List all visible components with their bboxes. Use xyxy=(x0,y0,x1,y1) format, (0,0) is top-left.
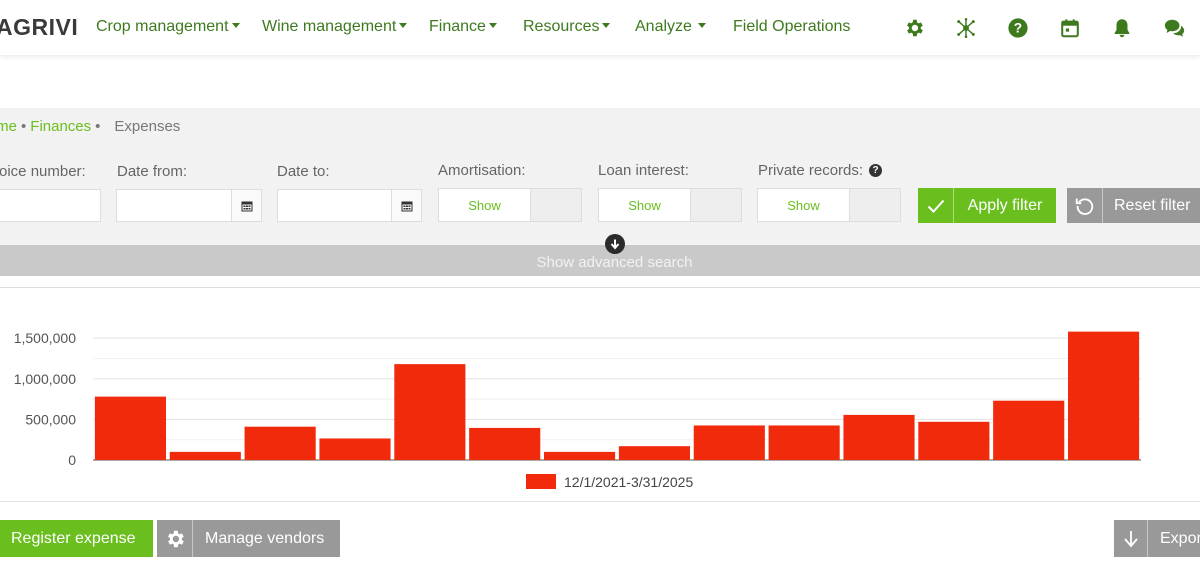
invoice-number-label: Invoice number: xyxy=(0,163,86,180)
breadcrumb-finances[interactable]: Finances xyxy=(30,118,91,135)
private-records-hide-option[interactable] xyxy=(850,189,900,221)
expenses-bar-chart: 0 500,000 1,000,000 1,500,000 12/1/2021-3/31… xyxy=(14,330,1141,490)
arrow-down-icon[interactable] xyxy=(605,234,625,254)
amortisation-label: Amortisation: xyxy=(438,162,526,179)
loan-interest-label: Loan interest: xyxy=(598,162,689,179)
bar[interactable] xyxy=(394,364,466,460)
nav-field-operations[interactable]: Field Operations xyxy=(733,18,850,36)
caret-down-icon xyxy=(399,23,408,29)
bar[interactable] xyxy=(94,396,166,460)
breadcrumb: Home•Finances•Expenses xyxy=(0,118,180,135)
amortisation-hide-option[interactable] xyxy=(531,189,581,221)
loan-interest-hide-option[interactable] xyxy=(691,189,741,221)
manage-vendors-button[interactable]: Manage vendors xyxy=(157,520,340,557)
bar[interactable] xyxy=(169,451,241,460)
breadcrumb-separator: • xyxy=(21,118,27,135)
date-from-input[interactable] xyxy=(116,189,262,222)
date-from-calendar-button[interactable] xyxy=(231,190,261,221)
bar[interactable] xyxy=(319,438,391,460)
y-tick-label: 1,000,000 xyxy=(14,371,76,387)
app-logo[interactable]: AGRIVI xyxy=(0,14,78,41)
bar[interactable] xyxy=(244,426,316,460)
bar[interactable] xyxy=(843,414,915,460)
nav-finance[interactable]: Finance xyxy=(429,18,497,36)
amortisation-toggle[interactable]: Show xyxy=(438,188,582,222)
download-arrow-icon xyxy=(1123,530,1138,547)
y-tick-label: 500,000 xyxy=(25,411,76,427)
top-navbar: AGRIVI Crop management Wine management F… xyxy=(0,0,1200,56)
nav-wine-management[interactable]: Wine management xyxy=(262,18,408,36)
chat-icon[interactable] xyxy=(1163,17,1185,39)
gear-icon[interactable] xyxy=(903,17,925,39)
bar[interactable] xyxy=(918,421,990,460)
bar[interactable] xyxy=(768,425,840,460)
gear-icon xyxy=(167,530,184,547)
reset-filter-button[interactable]: Reset filter xyxy=(1067,188,1200,223)
divider xyxy=(0,501,1200,502)
check-icon xyxy=(927,199,944,213)
svg-text:?: ? xyxy=(1014,21,1022,36)
private-records-label: Private records:? xyxy=(758,162,883,179)
loan-interest-show-option[interactable]: Show xyxy=(599,189,691,221)
breadcrumb-home[interactable]: Home xyxy=(0,118,17,135)
nav-resources[interactable]: Resources xyxy=(523,18,611,36)
caret-down-icon xyxy=(697,23,706,29)
help-icon[interactable]: ? xyxy=(869,163,883,177)
export-button[interactable]: Export xyxy=(1114,520,1200,557)
legend-swatch[interactable] xyxy=(526,474,556,489)
nav-crop-management[interactable]: Crop management xyxy=(96,18,240,36)
invoice-number-input[interactable] xyxy=(0,189,101,222)
apply-filter-button[interactable]: Apply filter xyxy=(918,188,1056,223)
calendar-icon xyxy=(401,201,412,211)
date-from-label: Date from: xyxy=(117,163,188,180)
reset-icon xyxy=(1075,197,1093,215)
y-tick-label: 0 xyxy=(68,452,76,468)
breadcrumb-current: Expenses xyxy=(114,118,181,135)
legend-label[interactable]: 12/1/2021-3/31/2025 xyxy=(564,474,693,490)
divider xyxy=(0,287,1200,288)
network-icon[interactable] xyxy=(955,17,977,39)
advanced-search-label[interactable]: Show advanced search xyxy=(0,254,1200,271)
calendar-icon[interactable] xyxy=(1059,17,1081,39)
bar[interactable] xyxy=(993,400,1065,460)
private-records-toggle[interactable]: Show xyxy=(757,188,901,222)
register-expense-button[interactable]: Register expense xyxy=(0,520,153,557)
bar[interactable] xyxy=(544,451,616,460)
calendar-icon xyxy=(241,201,252,211)
private-records-show-option[interactable]: Show xyxy=(758,189,850,221)
bell-icon[interactable] xyxy=(1111,17,1133,39)
help-icon[interactable]: ? xyxy=(1007,17,1029,39)
date-to-label: Date to: xyxy=(277,163,330,180)
y-tick-label: 1,500,000 xyxy=(14,330,76,346)
nav-analyze[interactable]: Analyze xyxy=(635,18,706,36)
date-to-calendar-button[interactable] xyxy=(391,190,421,221)
loan-interest-toggle[interactable]: Show xyxy=(598,188,742,222)
breadcrumb-separator: • xyxy=(95,118,101,135)
bar[interactable] xyxy=(618,446,690,460)
caret-down-icon xyxy=(488,23,497,29)
caret-down-icon xyxy=(602,23,611,29)
date-to-input[interactable] xyxy=(277,189,422,222)
amortisation-show-option[interactable]: Show xyxy=(439,189,531,221)
caret-down-icon xyxy=(231,23,240,29)
bar[interactable] xyxy=(469,427,541,460)
bar[interactable] xyxy=(1068,331,1140,460)
bar[interactable] xyxy=(693,425,765,460)
